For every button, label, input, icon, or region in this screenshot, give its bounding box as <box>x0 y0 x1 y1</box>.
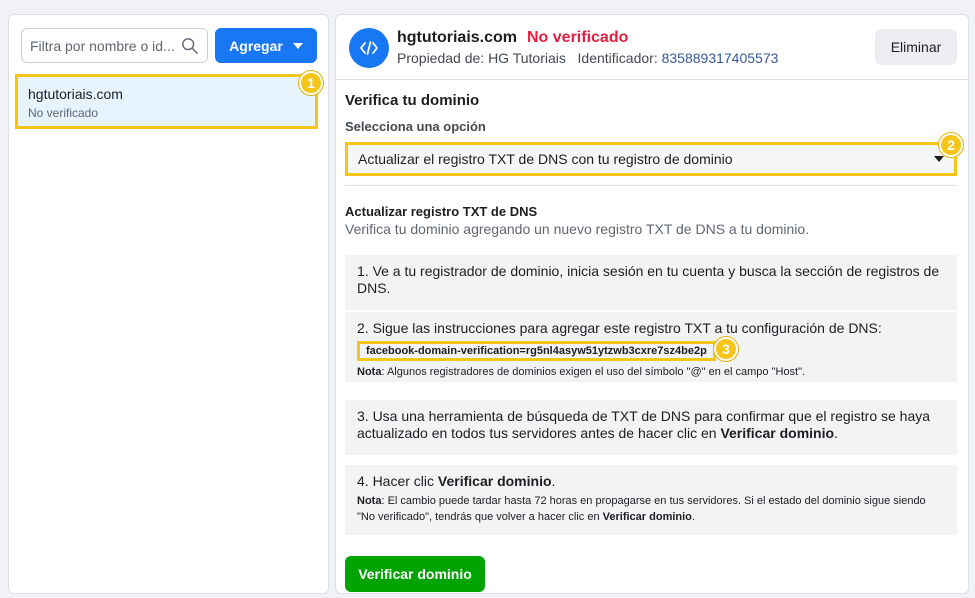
add-button[interactable]: Agregar <box>215 28 317 63</box>
verify-section-title: Verifica tu dominio <box>345 92 480 109</box>
step-4-bold: Verificar dominio <box>437 473 552 489</box>
section-divider <box>345 185 957 186</box>
note-end: . <box>691 511 695 523</box>
domain-meta: Propiedad de: HG Tutoriais Identificador… <box>397 50 778 66</box>
domain-list-item[interactable]: hgtutoriais.com No verificado <box>15 74 318 129</box>
search-input[interactable]: Filtra por nombre o id... <box>21 28 208 63</box>
step-3-bold: Verificar dominio <box>720 425 835 441</box>
owner-label: Propiedad de: HG Tutoriais <box>397 50 566 66</box>
add-button-label: Agregar <box>229 37 283 54</box>
step-badge-3: 3 <box>714 337 738 361</box>
note-text: : Algunos registradores de dominios exig… <box>381 366 806 378</box>
domain-detail-panel: hgtutoriais.com No verificado Propiedad … <box>335 14 969 594</box>
instruction-step-4: 4. Hacer clic Verificar dominio. Nota: E… <box>345 465 957 535</box>
search-placeholder: Filtra por nombre o id... <box>30 37 175 54</box>
verification-status: No verificado <box>527 29 629 46</box>
delete-button[interactable]: Eliminar <box>875 29 957 65</box>
dns-section-title: Actualizar registro TXT de DNS <box>345 204 538 219</box>
note-label: Nota <box>357 366 382 378</box>
step-badge-2: 2 <box>939 133 963 157</box>
note-label: Nota <box>357 495 382 507</box>
domain-title: hgtutoriais.com <box>397 29 518 46</box>
instruction-step-1: 1. Ve a tu registrador de dominio, inici… <box>345 255 957 310</box>
verify-domain-button[interactable]: Verificar dominio <box>345 556 485 592</box>
instruction-step-2: 2. Sigue las instrucciones para agregar … <box>345 312 957 382</box>
step-2-note: Nota: Algunos registradores de dominios … <box>357 364 945 380</box>
instruction-step-3: 3. Usa una herramienta de búsqueda de TX… <box>345 400 957 455</box>
verification-method-select[interactable]: Actualizar el registro TXT de DNS con tu… <box>345 142 957 176</box>
txt-record-value[interactable]: facebook-domain-verification=rg5nl4asyw5… <box>357 341 716 361</box>
domain-list-panel: Filtra por nombre o id... Agregar hgtuto… <box>8 14 329 594</box>
caret-down-icon <box>934 156 944 162</box>
search-icon <box>182 37 198 54</box>
step-badge-1: 1 <box>299 71 323 95</box>
id-label: Identificador: <box>577 50 658 66</box>
step-4-text: 4. Hacer clic <box>357 473 438 489</box>
code-icon <box>349 28 389 68</box>
header-divider <box>336 79 968 80</box>
domain-item-name: hgtutoriais.com <box>28 86 123 102</box>
note-bold: Verificar dominio <box>602 511 692 523</box>
step-1-text: 1. Ve a tu registrador de dominio, inici… <box>357 263 940 296</box>
step-3-end: . <box>834 425 838 441</box>
select-option-label: Selecciona una opción <box>345 119 486 134</box>
step-4-end: . <box>551 473 556 489</box>
dns-section-description: Verifica tu dominio agregando un nuevo r… <box>345 221 810 237</box>
id-value[interactable]: 835889317405573 <box>662 50 779 66</box>
step-2-text: 2. Sigue las instrucciones para agregar … <box>357 320 882 336</box>
step-3-text: 3. Usa una herramienta de búsqueda de TX… <box>357 408 931 441</box>
domain-item-status: No verificado <box>28 106 99 120</box>
step-4-note: Nota: El cambio puede tardar hasta 72 ho… <box>357 493 945 525</box>
dropdown-value: Actualizar el registro TXT de DNS con tu… <box>358 151 733 167</box>
caret-down-icon <box>292 42 303 49</box>
